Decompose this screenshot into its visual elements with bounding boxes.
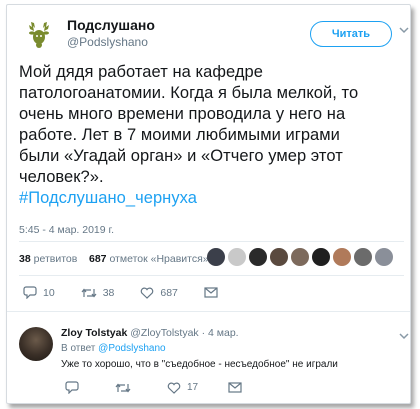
tweet-actions: 10 38 687 — [23, 286, 250, 299]
author-name[interactable]: Подслушано — [67, 17, 155, 33]
follow-button-label: Читать — [331, 28, 371, 40]
tweet-text-line: Мой дядя работает на кафедре — [19, 63, 263, 81]
divider — [19, 275, 404, 276]
heart-icon — [167, 382, 181, 394]
reply-icon — [65, 381, 79, 394]
like-button[interactable]: 687 — [140, 287, 178, 299]
retweet-button[interactable]: 38 — [81, 286, 115, 299]
reply-retweet-button[interactable] — [115, 382, 137, 394]
reply-to-prefix: В ответ — [61, 343, 96, 354]
liker-avatars — [207, 248, 393, 266]
deer-logo-icon — [29, 22, 49, 48]
tweet-text-line: были «Угадай орган» и «Отчего умер этот — [19, 147, 343, 165]
tweet-card: Подслушано @Podslyshano Читать Мой дядя … — [6, 4, 411, 404]
liker-avatar[interactable] — [375, 248, 393, 266]
tweet-text-line: патологоанатомии. Когда я была мелкой, т… — [19, 84, 359, 102]
reply-header: Zloy Tolstyak @ZloyTolstyak · 4 мар. — [61, 327, 239, 339]
divider — [7, 311, 410, 312]
reply-text: Уже то хорошо, что в "съедобное - несъед… — [61, 359, 338, 370]
tweet-timestamp[interactable]: 5:45 - 4 мар. 2019 г. — [19, 224, 114, 236]
liker-avatar[interactable] — [312, 248, 330, 266]
follow-button[interactable]: Читать — [310, 21, 392, 47]
retweet-icon — [81, 288, 97, 297]
liker-avatar[interactable] — [291, 248, 309, 266]
message-button[interactable] — [204, 287, 224, 298]
chevron-down-icon[interactable] — [399, 25, 409, 37]
liker-avatar[interactable] — [207, 248, 225, 266]
reply-to: В ответ @Podslyshano — [61, 343, 166, 354]
liker-avatar[interactable] — [270, 248, 288, 266]
reply-handle-date[interactable]: @ZloyTolstyak · 4 мар. — [130, 327, 238, 339]
liker-avatar[interactable] — [228, 248, 246, 266]
tweet-text: Мой дядя работает на кафедре патологоана… — [19, 62, 404, 209]
reply-author-name[interactable]: Zloy Tolstyak — [61, 327, 127, 339]
hashtag-link[interactable]: #Подслушано_чернуха — [19, 188, 404, 209]
chevron-down-icon[interactable] — [399, 331, 409, 343]
likes-label[interactable]: отметок «Нравится» — [109, 253, 208, 265]
engagement-stats: 38 ретвитов 687 отметок «Нравится» — [19, 253, 209, 265]
likes-count[interactable]: 687 — [89, 253, 107, 265]
retweets-label[interactable]: ретвитов — [34, 253, 78, 265]
retweet-count: 38 — [102, 286, 115, 299]
liker-avatar[interactable] — [333, 248, 351, 266]
liker-avatar[interactable] — [354, 248, 372, 266]
reply-like-count: 17 — [187, 382, 199, 393]
reply-reply-button[interactable] — [65, 381, 85, 394]
reply-actions: 17 — [65, 381, 278, 394]
retweet-icon — [115, 383, 131, 392]
author-avatar[interactable] — [19, 15, 59, 55]
reply-message-button[interactable] — [228, 382, 248, 393]
reply-like-button[interactable]: 17 — [167, 382, 198, 394]
heart-icon — [141, 287, 154, 299]
reply-button[interactable]: 10 — [23, 286, 55, 299]
tweet-text-line: работе. Лет в 7 моими любимыми играми — [19, 126, 340, 144]
reply-avatar[interactable] — [19, 327, 53, 361]
author-handle[interactable]: @Podslyshano — [67, 35, 148, 49]
tweet-text-line: человек?». — [19, 168, 104, 186]
envelope-icon — [204, 287, 218, 298]
retweets-count[interactable]: 38 — [19, 253, 31, 265]
reply-icon — [23, 286, 37, 299]
envelope-icon — [228, 382, 242, 393]
tweet-text-line: очень много времени проводила у него на — [19, 105, 346, 123]
like-count: 687 — [160, 286, 178, 299]
reply-to-mention[interactable]: @Podslyshano — [98, 343, 165, 354]
liker-avatar[interactable] — [249, 248, 267, 266]
reply-count: 10 — [43, 286, 55, 299]
divider — [19, 241, 404, 242]
